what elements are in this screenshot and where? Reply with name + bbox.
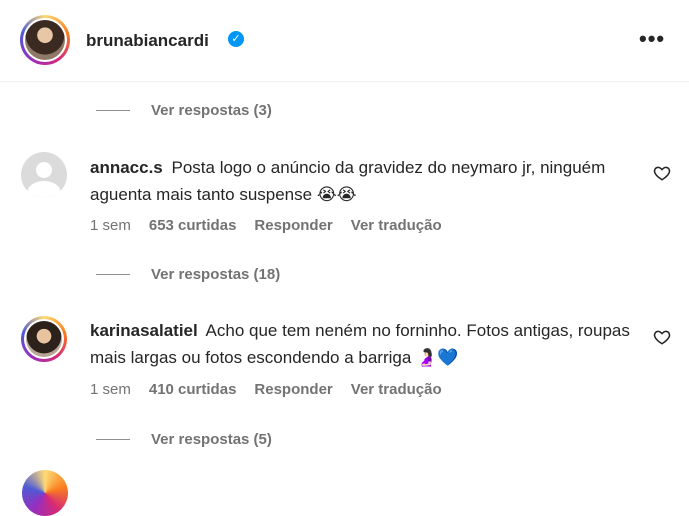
comment-meta: 1 sem 410 curtidas Responder Ver traduçã…	[90, 381, 442, 398]
see-translation-button[interactable]: Ver tradução	[351, 381, 442, 398]
more-options-icon[interactable]: •••	[639, 26, 665, 52]
replies-divider	[96, 273, 130, 275]
comment-body: Posta logo o anúncio da gravidez do neym…	[90, 158, 606, 204]
comment-likes[interactable]: 653 curtidas	[149, 217, 237, 234]
view-replies-button[interactable]: Ver respostas (18)	[96, 264, 280, 284]
view-replies-button[interactable]: Ver respostas (3)	[96, 100, 272, 120]
like-heart-icon[interactable]	[653, 164, 671, 182]
comment-text: karinasalatiel Acho que tem neném no for…	[90, 317, 630, 371]
view-replies-label: Ver respostas (5)	[151, 430, 272, 448]
post-header: brunabiancardi ✓ •••	[0, 0, 689, 82]
view-replies-button[interactable]: Ver respostas (5)	[96, 429, 272, 449]
replies-divider	[96, 438, 130, 440]
comment-text: annacc.s Posta logo o anúncio da gravide…	[90, 154, 630, 208]
comment-avatar[interactable]	[21, 152, 67, 198]
profile-avatar[interactable]	[20, 15, 70, 65]
comment-username[interactable]: annacc.s	[90, 158, 163, 177]
view-replies-label: Ver respostas (3)	[151, 101, 272, 119]
header-username[interactable]: brunabiancardi	[86, 31, 209, 51]
comment-time[interactable]: 1 sem	[90, 217, 131, 234]
comment-likes[interactable]: 410 curtidas	[149, 381, 237, 398]
comment-avatar[interactable]	[21, 316, 67, 362]
view-replies-label: Ver respostas (18)	[151, 265, 281, 283]
verified-badge-icon: ✓	[228, 31, 244, 47]
reply-button[interactable]: Responder	[254, 217, 332, 234]
replies-divider	[96, 109, 130, 111]
comment-username[interactable]: karinasalatiel	[90, 321, 198, 340]
like-heart-icon[interactable]	[653, 328, 671, 346]
comment-meta: 1 sem 653 curtidas Responder Ver traduçã…	[90, 217, 442, 234]
see-translation-button[interactable]: Ver tradução	[351, 217, 442, 234]
comment-time[interactable]: 1 sem	[90, 381, 131, 398]
reply-button[interactable]: Responder	[254, 381, 332, 398]
